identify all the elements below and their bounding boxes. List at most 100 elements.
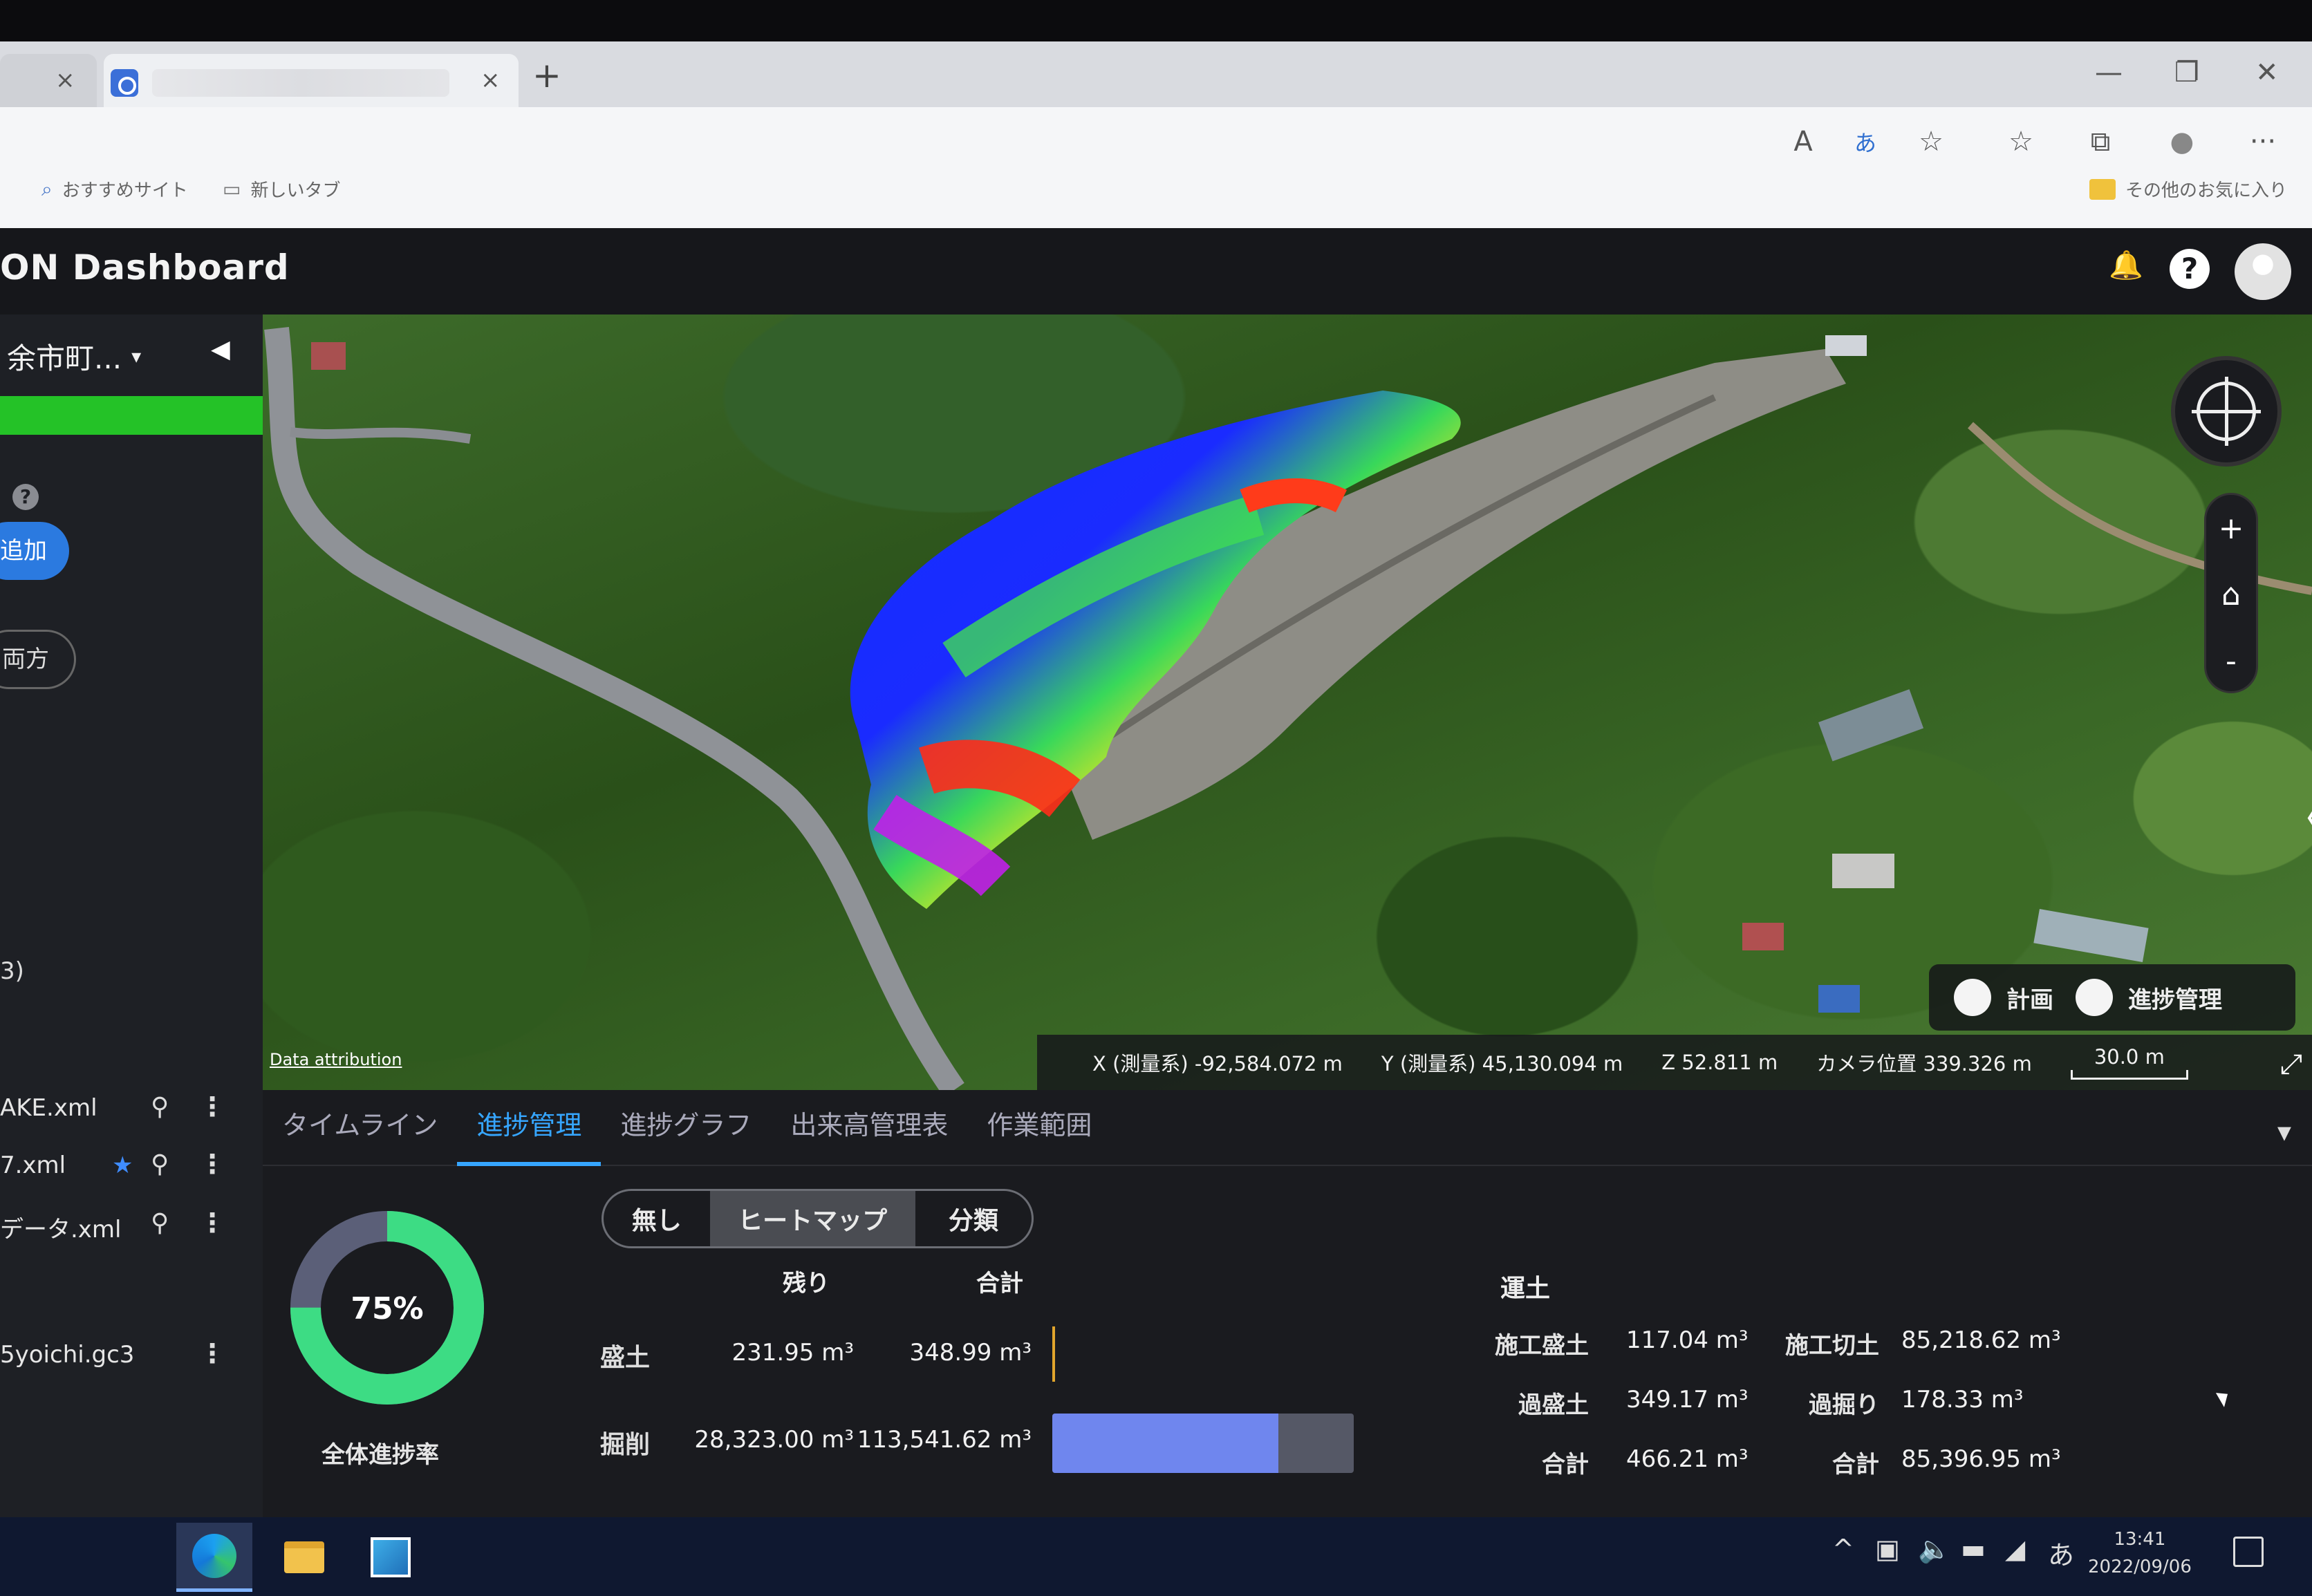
fullscreen-icon[interactable]: ⤢ bbox=[2280, 1049, 2302, 1080]
zoom-controls: + ⌂ - bbox=[2204, 493, 2258, 693]
show-hidden-icons[interactable]: ^ bbox=[1832, 1534, 1854, 1564]
zoom-out-button[interactable]: - bbox=[2206, 628, 2256, 694]
tab-title-redacted bbox=[152, 69, 449, 97]
collapse-panel-icon[interactable]: ▾ bbox=[2277, 1116, 2291, 1148]
notification-center-icon[interactable] bbox=[2233, 1537, 2264, 1567]
file-item[interactable]: AKE.xml ⚲ ⋮ bbox=[0, 1089, 263, 1130]
clock-date: 2022/09/06 bbox=[2088, 1557, 2192, 1577]
volume-icon[interactable]: 🔈 bbox=[1918, 1534, 1950, 1565]
layer-count-text: 3) bbox=[0, 957, 24, 985]
fill-remaining: 231.95 m³ bbox=[731, 1339, 854, 1367]
tab-progress-graph[interactable]: 進捗グラフ bbox=[601, 1090, 771, 1166]
applied-cut-value: 85,218.62 m³ bbox=[1901, 1326, 2061, 1354]
explorer-taskbar-button[interactable] bbox=[266, 1523, 342, 1592]
profile-icon[interactable]: ● bbox=[2163, 122, 2201, 161]
both-toggle-button[interactable]: 両方 bbox=[0, 630, 76, 689]
more-options-icon[interactable]: ⋮ bbox=[199, 1338, 225, 1369]
cut-total: 113,541.62 m³ bbox=[857, 1426, 1032, 1454]
tab-close-icon[interactable]: × bbox=[481, 66, 501, 94]
expand-right-panel-icon[interactable]: 〈 bbox=[2282, 785, 2312, 848]
earthwork-title: 運土 bbox=[1500, 1275, 1551, 1303]
collapse-sidebar-icon[interactable]: ◀ bbox=[211, 335, 230, 364]
tab-progress[interactable]: 進捗管理 bbox=[457, 1090, 602, 1166]
security-icon[interactable]: ▣ bbox=[1875, 1534, 1900, 1564]
file-item[interactable]: 5yoichi.gc3 ⋮ bbox=[0, 1335, 263, 1377]
restore-button[interactable]: ❐ bbox=[2174, 57, 2199, 88]
more-options-icon[interactable]: ⋮ bbox=[199, 1149, 225, 1179]
scale-bar: 30.0 m bbox=[2070, 1045, 2188, 1080]
mode-none-button[interactable]: 無し bbox=[604, 1191, 710, 1246]
home-icon[interactable]: ⌂ bbox=[2206, 561, 2256, 628]
other-favorites-label: その他のお気に入り bbox=[2125, 180, 2288, 201]
progress-donut: 75% bbox=[290, 1211, 484, 1405]
project-selector[interactable]: 余市町... ▾ bbox=[7, 335, 141, 377]
applied-fill-value: 117.04 m³ bbox=[1626, 1326, 1749, 1354]
read-aloud-icon[interactable]: A bbox=[1784, 122, 1822, 161]
minimize-button[interactable]: — bbox=[2095, 57, 2123, 88]
sidebar: 余市町... ▾ ◀ ? 追加 両方 3) AKE.xml ⚲ ⋮ 7.xml … bbox=[0, 314, 263, 1546]
tab-timeline[interactable]: タイムライン bbox=[263, 1090, 457, 1166]
other-favorites-folder[interactable]: その他のお気に入り bbox=[2089, 176, 2287, 202]
browser-tab-active[interactable]: × bbox=[104, 54, 519, 107]
cut-progress-fill bbox=[1052, 1414, 1278, 1473]
plan-toggle-switch[interactable] bbox=[1954, 979, 1991, 1016]
progress-percent: 75% bbox=[351, 1291, 423, 1326]
bell-icon[interactable]: 🔔 bbox=[2109, 249, 2143, 281]
file-item[interactable]: データ.xml ⚲ ⋮ bbox=[0, 1205, 263, 1246]
progress-toggle-switch[interactable] bbox=[2076, 979, 2113, 1016]
more-options-icon[interactable]: ⋮ bbox=[199, 1091, 225, 1122]
file-name: 5yoichi.gc3 bbox=[0, 1341, 135, 1369]
translate-icon[interactable]: あ bbox=[1846, 122, 1885, 161]
bookmark-new-tab[interactable]: ▭ 新しいタブ bbox=[223, 176, 340, 202]
more-options-icon[interactable]: ⋮ bbox=[199, 1208, 225, 1238]
close-window-button[interactable]: ✕ bbox=[2255, 57, 2279, 88]
plan-toggle-label: 計画 bbox=[2006, 986, 2053, 1014]
compass-control[interactable] bbox=[2171, 356, 2282, 467]
user-avatar[interactable] bbox=[2235, 243, 2291, 300]
favorites-icon[interactable]: ☆ bbox=[2002, 122, 2040, 161]
clock-time: 13:41 bbox=[2114, 1529, 2166, 1550]
network-icon[interactable]: ◢ bbox=[2005, 1534, 2025, 1564]
file-item[interactable]: 7.xml ★ ⚲ ⋮ bbox=[0, 1146, 263, 1187]
project-status-bar bbox=[0, 396, 263, 435]
remaining-header: 残り bbox=[783, 1270, 830, 1297]
compass-icon bbox=[2192, 377, 2261, 446]
zoom-to-icon[interactable]: ⚲ bbox=[151, 1209, 169, 1237]
add-favorite-icon[interactable]: ☆ bbox=[1912, 122, 1950, 161]
zoom-to-icon[interactable]: ⚲ bbox=[151, 1150, 169, 1179]
map-viewport[interactable]: Data attribution + ⌂ - 〈 計画 進捗管理 X (測量系)… bbox=[263, 314, 2312, 1090]
zoom-in-button[interactable]: + bbox=[2206, 495, 2256, 561]
help-icon[interactable]: ? bbox=[2170, 249, 2210, 289]
browser-tabstrip: × × + — ❐ ✕ bbox=[0, 41, 2312, 107]
more-icon[interactable]: ··· bbox=[2244, 122, 2282, 161]
battery-icon[interactable]: ▬ bbox=[1961, 1534, 1986, 1564]
tab-close-icon[interactable]: × bbox=[55, 66, 75, 94]
fill-sum-label: 合計 bbox=[1542, 1451, 1589, 1478]
ime-icon[interactable]: あ bbox=[2048, 1534, 2074, 1572]
data-attribution-link[interactable]: Data attribution bbox=[270, 1050, 402, 1069]
tab-work-area[interactable]: 作業範囲 bbox=[967, 1090, 1111, 1166]
help-icon[interactable]: ? bbox=[12, 484, 39, 510]
x-coordinate: X (測量系) -92,584.072 m bbox=[1092, 1052, 1343, 1076]
map-app-taskbar-button[interactable] bbox=[353, 1523, 429, 1592]
system-clock[interactable]: 13:41 2022/09/06 bbox=[2088, 1525, 2192, 1581]
edge-taskbar-button[interactable] bbox=[176, 1523, 252, 1592]
browser-tab-previous[interactable]: × bbox=[0, 54, 97, 107]
mode-classify-button[interactable]: 分類 bbox=[915, 1191, 1032, 1246]
add-button[interactable]: 追加 bbox=[0, 522, 69, 580]
over-fill-value: 349.17 m³ bbox=[1626, 1386, 1749, 1414]
cut-row-label: 掘削 bbox=[600, 1431, 651, 1459]
zoom-to-icon[interactable]: ⚲ bbox=[151, 1093, 169, 1121]
bookmark-recommended[interactable]: ⌕ おすすめサイト bbox=[41, 176, 188, 202]
new-tab-button[interactable]: + bbox=[532, 55, 561, 95]
app-header: ON Dashboard 🔔 ? bbox=[0, 228, 2312, 314]
fill-progress-bar bbox=[1052, 1326, 1055, 1382]
star-icon[interactable]: ★ bbox=[112, 1152, 133, 1179]
panel-tabs: タイムライン 進捗管理 進捗グラフ 出来高管理表 作業範囲 bbox=[263, 1090, 2312, 1166]
tab-volume-table[interactable]: 出来高管理表 bbox=[771, 1090, 967, 1166]
progress-panel: タイムライン 進捗管理 進捗グラフ 出来高管理表 作業範囲 ▾ 75% 全体進捗… bbox=[263, 1090, 2312, 1517]
map-app-icon bbox=[371, 1537, 411, 1577]
collections-icon[interactable]: ⧉ bbox=[2081, 122, 2120, 161]
mode-heatmap-button[interactable]: ヒートマップ bbox=[709, 1191, 915, 1246]
layer-toggle: 計画 進捗管理 bbox=[1929, 964, 2295, 1031]
